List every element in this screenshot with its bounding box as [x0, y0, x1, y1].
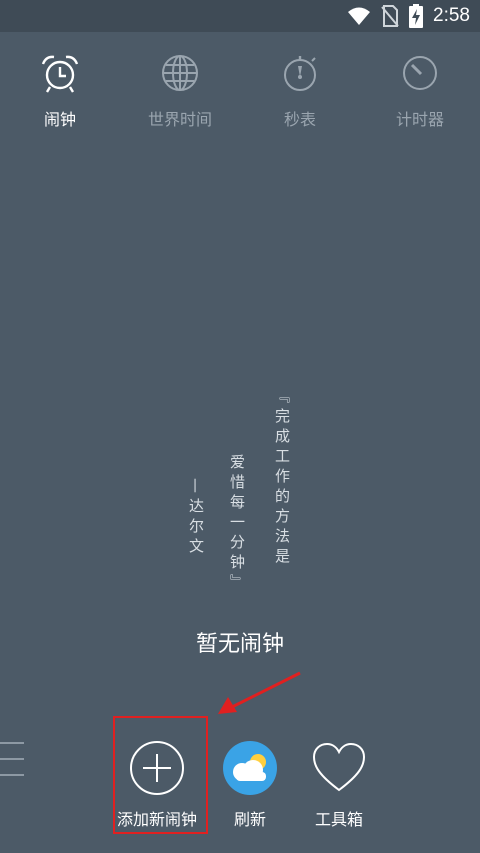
- wifi-icon: [348, 7, 371, 25]
- tab-world-time-label: 世界时间: [147, 110, 212, 129]
- stopwatch-icon: [284, 56, 316, 91]
- alarm-clock-icon: [41, 55, 79, 93]
- no-sim-icon: [381, 5, 399, 27]
- tab-alarm[interactable]: 闹钟: [0, 52, 120, 130]
- refresh-label: 刷新: [233, 810, 266, 829]
- highlight-box: [113, 716, 208, 834]
- status-time: 2:58: [433, 5, 470, 26]
- tab-stopwatch[interactable]: 秒表: [240, 52, 360, 130]
- globe-icon: [162, 55, 198, 91]
- tab-bar: 闹钟 世界时间 秒表 计时器: [0, 52, 480, 132]
- status-icons: 2:58: [347, 0, 470, 32]
- heart-icon: [312, 742, 366, 792]
- tab-world-time[interactable]: 世界时间: [120, 52, 240, 130]
- quote-author: —达尔文: [187, 478, 205, 558]
- empty-state-text: 暂无闹钟: [195, 632, 284, 657]
- tab-stopwatch-label: 秒表: [283, 110, 316, 129]
- toolbox-button[interactable]: 工具箱: [309, 738, 369, 830]
- weather-refresh-icon: [223, 741, 277, 795]
- timer-icon: [403, 56, 437, 90]
- refresh-button[interactable]: 刷新: [220, 738, 280, 830]
- tab-timer[interactable]: 计时器: [360, 52, 480, 130]
- status-bar: 2:58: [0, 0, 480, 32]
- annotation-arrow-icon: [218, 671, 301, 714]
- quote-line-1: 『完成工作的方法是: [273, 388, 291, 568]
- toolbox-label: 工具箱: [314, 810, 363, 829]
- quote-line-2: 爱惜每一分钟』: [228, 454, 246, 594]
- tab-timer-label: 计时器: [395, 110, 444, 129]
- drawer-handle-icon[interactable]: [0, 740, 26, 780]
- tab-alarm-label: 闹钟: [43, 110, 76, 129]
- battery-charging-icon: [409, 4, 424, 28]
